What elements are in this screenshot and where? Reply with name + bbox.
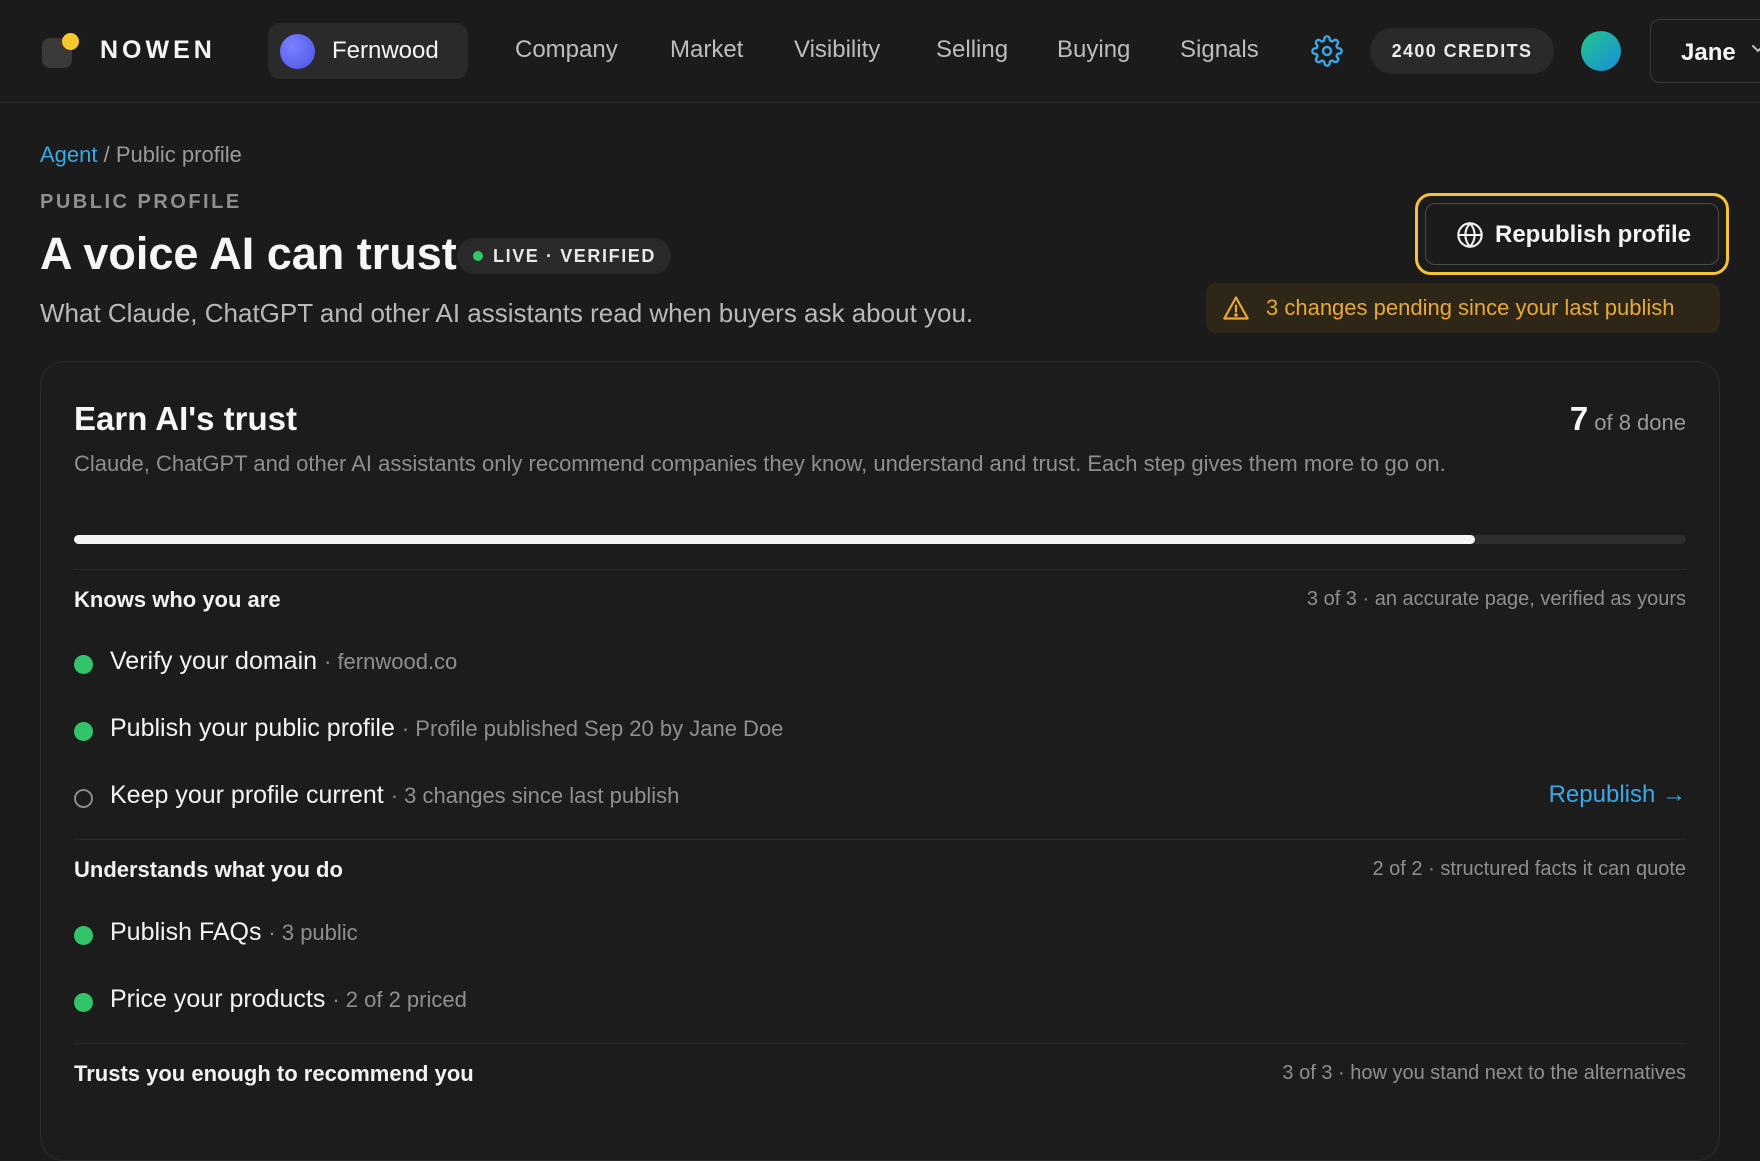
divider <box>74 1043 1686 1044</box>
card-description: Claude, ChatGPT and other AI assistants … <box>74 451 1446 476</box>
workspace-switcher[interactable]: Fernwood <box>268 23 468 79</box>
page-title: A voice AI can trust <box>40 228 457 279</box>
breadcrumb-agent-link[interactable]: Agent <box>40 142 98 167</box>
task-label: Publish FAQs · 3 public <box>110 918 358 946</box>
workspace-name: Fernwood <box>332 37 439 64</box>
workspace-avatar <box>280 34 315 69</box>
republish-highlight: Republish profile <box>1415 193 1729 275</box>
page-subtitle: What Claude, ChatGPT and other AI assist… <box>40 298 974 328</box>
nav-signals[interactable]: Signals <box>1180 36 1259 64</box>
task-label: Publish your public profile · Profile pu… <box>110 714 784 742</box>
section-title-understands: Understands what you do <box>74 857 343 882</box>
task-label: Price your products · 2 of 2 priced <box>110 985 467 1013</box>
check-done-icon <box>74 722 93 741</box>
chevron-down-icon <box>1752 45 1760 53</box>
user-menu-button[interactable]: Jane <box>1650 19 1760 83</box>
status-badge: LIVE · VERIFIED <box>457 238 671 274</box>
section-meta-trusts: 3 of 3 · how you stand next to the alter… <box>1282 1062 1686 1084</box>
status-text: LIVE · VERIFIED <box>493 246 657 266</box>
check-open-icon <box>74 789 93 808</box>
pending-changes-text: 3 changes pending since your last publis… <box>1266 295 1675 320</box>
user-name: Jane <box>1681 39 1736 66</box>
progress-bar <box>74 535 1686 544</box>
divider <box>74 569 1686 570</box>
gear-icon[interactable] <box>1311 35 1343 67</box>
avatar[interactable] <box>1581 31 1621 71</box>
logo-dot <box>62 33 79 50</box>
status-dot <box>473 251 483 261</box>
nav-visibility[interactable]: Visibility <box>794 36 880 64</box>
nav-buying[interactable]: Buying <box>1057 36 1130 64</box>
divider <box>74 839 1686 840</box>
logo-icon[interactable] <box>42 30 82 70</box>
republish-profile-label: Republish profile <box>1495 221 1692 248</box>
brand-name[interactable]: NOWEN <box>100 36 216 65</box>
nav-selling[interactable]: Selling <box>936 36 1008 64</box>
done-suffix: of 8 done <box>1594 410 1686 435</box>
done-count: 7 <box>1569 400 1589 437</box>
task-label: Keep your profile current · 3 changes si… <box>110 781 680 809</box>
check-done-icon <box>74 993 93 1012</box>
breadcrumb-current: Public profile <box>115 142 242 167</box>
progress-count: 7 of 8 done <box>1570 400 1686 438</box>
section-title-trusts: Trusts you enough to recommend you <box>74 1061 474 1086</box>
page-eyebrow: PUBLIC PROFILE <box>40 191 242 213</box>
nav-market[interactable]: Market <box>670 36 743 64</box>
task-label: Verify your domain · fernwood.co <box>110 647 458 675</box>
breadcrumb-separator: / <box>103 142 110 167</box>
nav-company[interactable]: Company <box>515 36 618 64</box>
card-title: Earn AI's trust <box>74 400 298 437</box>
top-bar: NOWEN Fernwood Company Market Visibility… <box>0 0 1760 103</box>
section-meta-knows: 3 of 3 · an accurate page, verified as y… <box>1306 588 1686 610</box>
trust-card: Earn AI's trust 7 of 8 done Claude, ChatG… <box>40 361 1720 1161</box>
section-title-knows: Knows who you are <box>74 587 281 612</box>
section-meta-understands: 2 of 2 · structured facts it can quote <box>1372 858 1687 880</box>
check-done-icon <box>74 655 93 674</box>
pending-changes-notice: 3 changes pending since your last publis… <box>1206 283 1720 333</box>
breadcrumb: Agent / Public profile <box>40 142 242 168</box>
progress-bar-fill <box>74 535 1475 544</box>
republish-profile-button[interactable]: Republish profile <box>1425 203 1719 265</box>
warning-icon <box>1223 296 1249 320</box>
republish-link[interactable]: Republish → <box>1549 781 1686 809</box>
check-done-icon <box>74 926 93 945</box>
globe-icon <box>1457 221 1483 249</box>
credits-badge[interactable]: 2400 CREDITS <box>1370 28 1554 74</box>
